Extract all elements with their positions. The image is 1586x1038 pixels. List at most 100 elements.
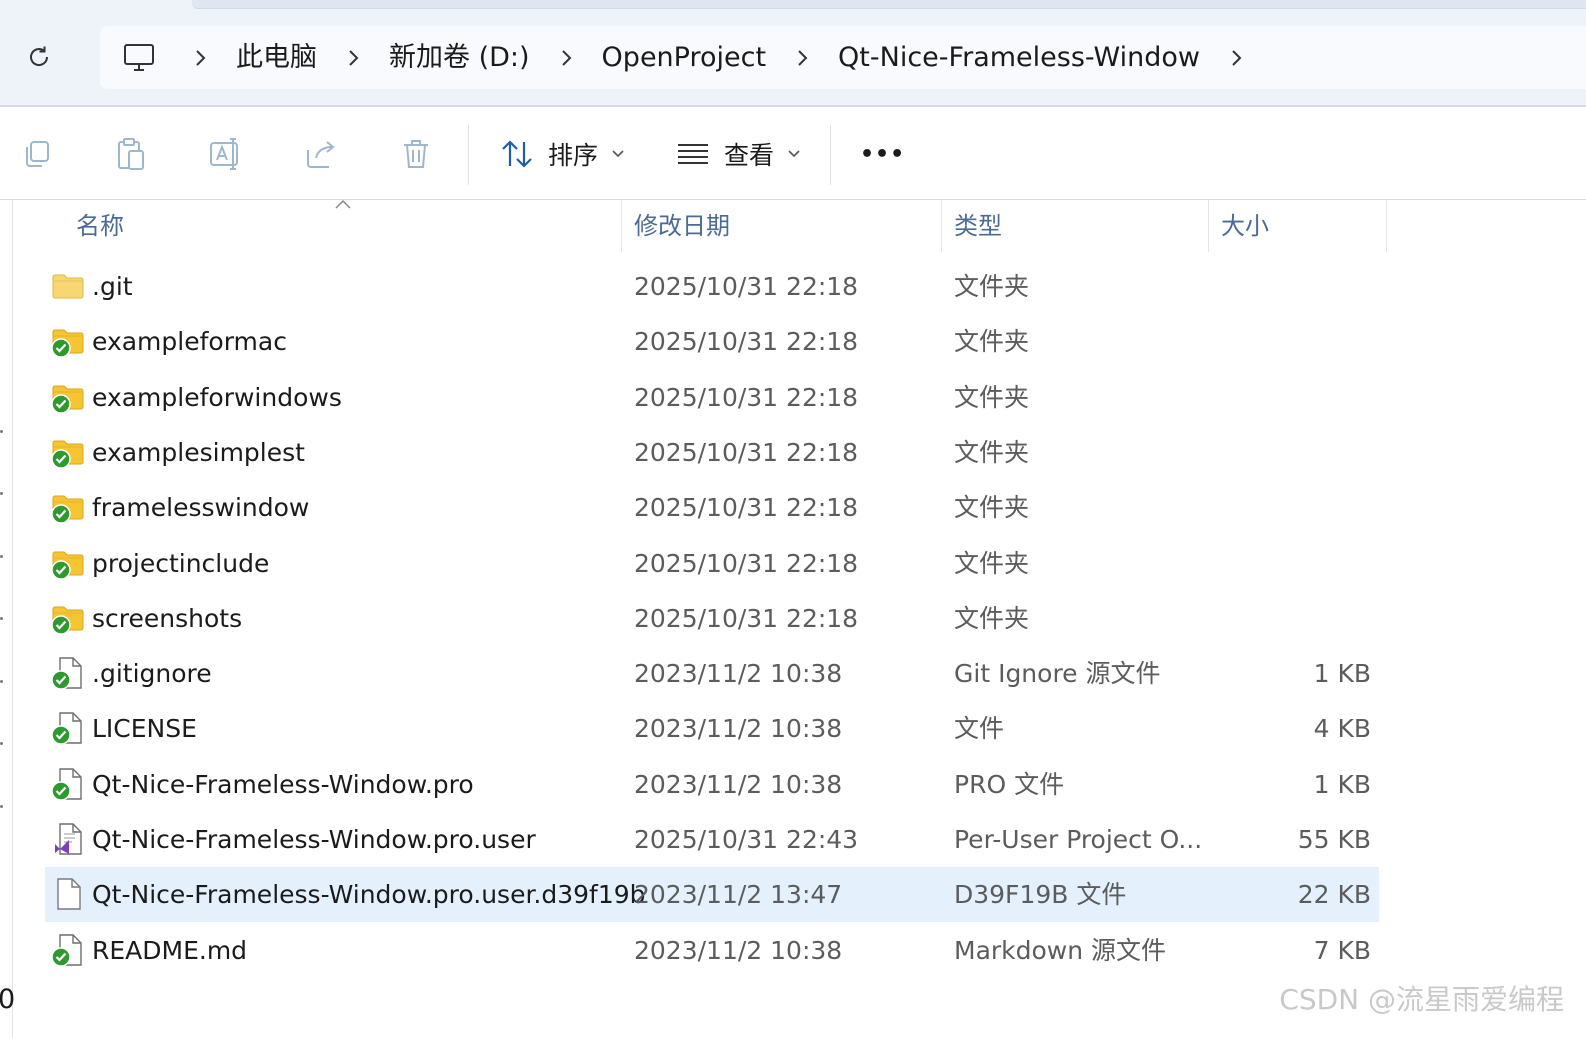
file-name: Qt-Nice-Frameless-Window.pro.user (92, 825, 536, 854)
breadcrumb-chevron[interactable] (544, 26, 588, 89)
file-row[interactable]: projectinclude 2025/10/31 22:18 文件夹 (45, 536, 1379, 591)
breadcrumb[interactable]: 此电脑 新加卷 (D:) OpenProject Qt-Nice-Framele… (100, 26, 1586, 89)
file-list: 名称 修改日期 类型 大小 .git 2025/10/31 22:18 文件夹 exa… (0, 199, 1586, 1038)
toolbar-separator (468, 125, 469, 185)
file-row[interactable]: Qt-Nice-Frameless-Window.pro 2023/11/2 10… (45, 757, 1379, 812)
file-name: examplesimplest (92, 437, 305, 467)
file-name: exampleforwindows (92, 382, 342, 412)
file-modified-date: 2025/10/31 22:18 (634, 327, 859, 357)
chevron-right-icon (798, 49, 808, 66)
file-type: 文件夹 (954, 382, 1030, 412)
file-name: .gitignore (92, 659, 212, 689)
address-bar-area: 此电脑 新加卷 (D:) OpenProject Qt-Nice-Framele… (0, 0, 1586, 106)
file-row[interactable]: Qt-Nice-Frameless-Window.pro.user 2025/10… (45, 812, 1379, 867)
folder-synced-icon (51, 435, 85, 469)
this-pc-crumb-button[interactable] (100, 26, 178, 89)
file-type: D39F19B 文件 (954, 880, 1127, 910)
file-row[interactable]: exampleforwindows 2025/10/31 22:18 文件夹 (45, 370, 1379, 425)
file-modified-date: 2023/11/2 10:38 (634, 935, 843, 965)
trash-icon (404, 140, 428, 168)
file-size: 55 KB (1297, 825, 1371, 854)
paste-button[interactable] (108, 131, 154, 177)
file-modified-date: 2025/10/31 22:18 (634, 493, 859, 523)
file-name: Qt-Nice-Frameless-Window.pro.user.d39f19… (92, 880, 646, 910)
rename-button[interactable] (203, 131, 249, 177)
breadcrumb-item-current-folder[interactable]: Qt-Nice-Frameless-Window (824, 26, 1214, 89)
file-row[interactable]: .git 2025/10/31 22:18 文件夹 (45, 259, 1379, 314)
sort-arrows-icon (502, 140, 532, 168)
file-modified-date: 2025/10/31 22:18 (634, 548, 859, 578)
file-modified-date: 2025/10/31 22:18 (634, 272, 859, 301)
file-synced-icon (51, 767, 85, 801)
file-name: exampleformac (92, 327, 287, 357)
blank-file-icon (51, 877, 85, 911)
column-divider[interactable] (941, 200, 942, 252)
column-header-type[interactable]: 类型 (954, 200, 1204, 252)
file-row[interactable]: Qt-Nice-Frameless-Window.pro.user.d39f19… (45, 867, 1379, 923)
file-row[interactable]: exampleformac 2025/10/31 22:18 文件夹 (45, 314, 1379, 369)
file-modified-date: 2025/10/31 22:18 (634, 382, 859, 412)
breadcrumb-chevron[interactable] (178, 26, 222, 89)
file-modified-date: 2023/11/2 10:38 (634, 714, 843, 744)
file-size: 4 KB (1313, 714, 1371, 744)
file-row[interactable]: framelesswindow 2025/10/31 22:18 文件夹 (45, 480, 1379, 535)
share-icon (307, 141, 335, 168)
file-type: Git Ignore 源文件 (954, 659, 1161, 689)
copy-button[interactable] (14, 131, 60, 177)
file-modified-date: 2025/10/31 22:43 (634, 825, 859, 854)
sort-button[interactable]: 排序 (500, 129, 624, 179)
file-name: framelesswindow (92, 493, 310, 523)
delete-button[interactable] (393, 131, 439, 177)
file-modified-date: 2025/10/31 22:18 (634, 437, 859, 467)
file-type: 文件夹 (954, 437, 1030, 467)
more-options-icon: ••• (860, 141, 906, 167)
file-row[interactable]: LICENSE 2023/11/2 10:38 文件 4 KB (45, 701, 1379, 756)
breadcrumb-chevron[interactable] (331, 26, 375, 89)
breadcrumb-item-openproject[interactable]: OpenProject (588, 26, 781, 89)
column-divider[interactable] (1208, 200, 1209, 252)
file-type: 文件夹 (954, 272, 1030, 301)
file-row[interactable]: README.md 2023/11/2 10:38 Markdown 源文件 7 KB (45, 923, 1379, 978)
file-row[interactable]: examplesimplest 2025/10/31 22:18 文件夹 (45, 425, 1379, 480)
column-divider[interactable] (621, 200, 622, 252)
toolbar-separator (830, 125, 831, 185)
file-row[interactable]: screenshots 2025/10/31 22:18 文件夹 (45, 591, 1379, 646)
watermark: CSDN @流星雨爱编程 (1279, 983, 1564, 1016)
file-size: 1 KB (1313, 659, 1371, 689)
folder-synced-icon (51, 546, 85, 580)
file-modified-date: 2023/11/2 10:38 (634, 769, 843, 799)
share-button[interactable] (298, 131, 344, 177)
tab-strip (192, 0, 1586, 9)
clipped-text: 0 (0, 984, 16, 1015)
file-synced-icon (51, 656, 85, 690)
list-view-icon (678, 144, 708, 164)
copy-icon (26, 141, 49, 167)
file-synced-icon (51, 711, 85, 746)
column-header-name[interactable]: 名称 (76, 200, 616, 252)
breadcrumb-chevron[interactable] (780, 26, 824, 89)
folder-synced-icon (51, 380, 85, 414)
breadcrumb-item-drive-d[interactable]: 新加卷 (D:) (375, 26, 544, 89)
file-modified-date: 2023/11/2 13:47 (634, 880, 843, 910)
column-header-size[interactable]: 大小 (1221, 200, 1381, 252)
sort-label: 排序 (548, 141, 599, 170)
folder-synced-icon (51, 601, 85, 635)
chevron-right-icon (196, 49, 206, 66)
refresh-icon (30, 46, 49, 66)
file-name: screenshots (92, 603, 243, 633)
breadcrumb-item-this-pc[interactable]: 此电脑 (222, 26, 331, 89)
column-divider[interactable] (1386, 200, 1387, 252)
chevron-right-icon (1232, 49, 1242, 66)
file-name: LICENSE (92, 714, 197, 744)
file-type: 文件夹 (954, 327, 1030, 357)
refresh-button[interactable] (18, 36, 60, 78)
more-options-button[interactable]: ••• (860, 129, 905, 179)
file-type: 文件夹 (954, 548, 1030, 578)
breadcrumb-chevron[interactable] (1214, 26, 1258, 89)
file-row[interactable]: .gitignore 2023/11/2 10:38 Git Ignore 源文件 1… (45, 646, 1379, 701)
view-button[interactable]: 查看 (676, 129, 800, 179)
column-header-modified[interactable]: 修改日期 (634, 200, 934, 252)
chevron-down-icon (788, 150, 800, 158)
file-name: README.md (92, 935, 248, 965)
file-type: 文件 (954, 714, 1005, 744)
